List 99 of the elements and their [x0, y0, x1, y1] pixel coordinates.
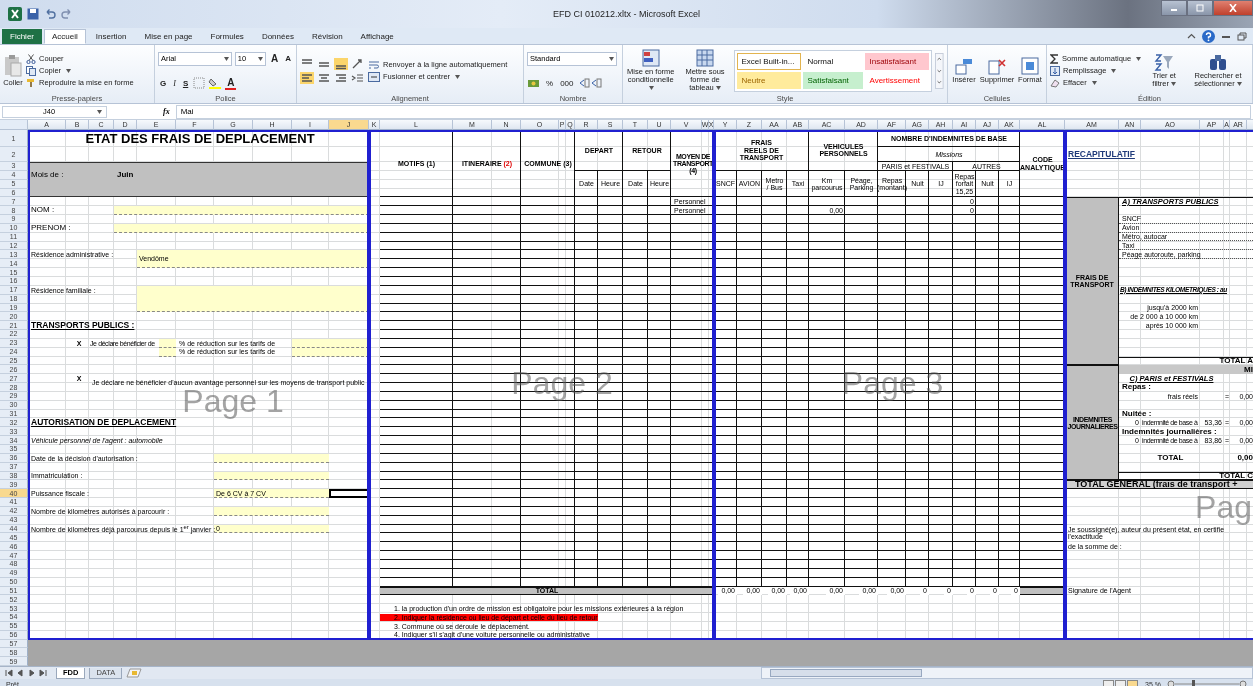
caret-icon [1111, 68, 1117, 73]
align-left-icon[interactable] [300, 71, 314, 84]
sigma-icon [1050, 53, 1059, 64]
conditional-format-icon [641, 49, 660, 68]
fill-down-icon [1050, 65, 1060, 76]
brush-icon [26, 77, 36, 88]
bold-button[interactable]: G [158, 78, 169, 88]
horizontal-scrollbar[interactable] [761, 667, 1253, 680]
caret-icon [649, 85, 655, 90]
caret-icon [715, 85, 721, 90]
restore-icon[interactable] [1237, 31, 1247, 41]
italic-button[interactable]: I [171, 78, 178, 88]
fill-color-icon[interactable] [208, 77, 223, 89]
section-heading: AUTORISATION DE DEPLACEMENT [30, 418, 177, 428]
align-right-icon[interactable] [334, 71, 348, 84]
caret-icon [97, 109, 102, 114]
caret-icon [609, 56, 614, 61]
formula-field[interactable]: Mai [175, 104, 1251, 119]
format-cells-icon [1021, 57, 1039, 76]
field-label: Nuitée : [1121, 409, 1152, 419]
shrink-font-button[interactable]: A [283, 54, 293, 63]
help-icon[interactable] [1202, 29, 1215, 43]
orientation-icon[interactable] [351, 57, 365, 70]
clipboard-icon [3, 54, 23, 79]
cell-value: Juin [116, 171, 134, 180]
caret-icon [1236, 82, 1242, 86]
function-label[interactable]: fx [163, 107, 170, 116]
collapse-ribbon-icon[interactable] [1187, 31, 1196, 41]
field-label: Mois de : [30, 171, 64, 180]
window-title: EFD CI 010212.xltx - Microsoft Excel [553, 9, 700, 19]
caret-icon [1171, 82, 1176, 86]
minimize-button[interactable] [1161, 0, 1187, 16]
maximize-icon [1195, 4, 1205, 12]
decimal-icon[interactable] [578, 77, 605, 90]
close-button[interactable] [1213, 0, 1253, 16]
field-label: Indemnités journalières : [1121, 427, 1217, 436]
copy-icon [26, 65, 36, 76]
field-label: Repas : [1121, 383, 1151, 392]
table-icon [696, 49, 714, 68]
ribbon-tab[interactable]: Mise en page [136, 29, 201, 44]
ribbon-tab[interactable]: Fichier [2, 29, 42, 44]
total-label: TOTAL A [1218, 356, 1253, 366]
caret-icon [455, 74, 461, 79]
excel-logo-icon [8, 7, 22, 21]
scissors-icon [26, 53, 36, 64]
underline-button[interactable]: S [180, 78, 191, 88]
currency-icon[interactable] [527, 77, 541, 90]
cell-style-swatch[interactable]: Excel Built-in... [737, 52, 802, 70]
ribbon-tab[interactable]: Données [253, 29, 302, 44]
wrap-text-icon [368, 59, 380, 70]
sort-filter-icon [1154, 53, 1175, 72]
total-label: TOTAL [1157, 454, 1184, 463]
merge-icon [368, 71, 380, 82]
input-cell [159, 338, 176, 348]
ribbon-tab[interactable]: Affichage [352, 29, 402, 44]
align-center-icon[interactable] [317, 71, 331, 84]
cell-style-swatch[interactable]: Satisfaisant [803, 71, 864, 89]
input-cell [159, 347, 176, 357]
indent-icon[interactable] [351, 71, 365, 84]
cell-style-swatch[interactable]: Insatisfaisant [865, 52, 930, 70]
close-icon [1228, 4, 1238, 12]
zoom-slider-icon[interactable] [1167, 680, 1247, 686]
field-label: NOM : [30, 206, 55, 215]
ribbon-tab[interactable]: Insertion [87, 29, 135, 44]
grand-total-row: TOTAL GENERAL (frais de transport + [1065, 480, 1253, 490]
column-header[interactable] [1247, 120, 1253, 130]
insert-cells-icon [955, 57, 973, 76]
caret-icon [1136, 56, 1142, 61]
total-label: TOTAL C [1218, 471, 1253, 481]
caret-icon [258, 56, 263, 61]
sheet-title: ETAT DES FRAIS DE DEPLACEMENT [84, 131, 315, 146]
grow-font-button[interactable]: A [269, 53, 281, 64]
cell-style-swatch[interactable]: Neutre [737, 71, 802, 89]
ribbon-tab[interactable]: Formules [202, 29, 252, 44]
field-label: PRENOM : [30, 224, 71, 233]
total-value: 0,00 [1236, 454, 1253, 463]
align-bottom-icon[interactable] [334, 57, 348, 70]
font-color-button[interactable]: A [225, 76, 237, 90]
thousands-button[interactable]: 000 [558, 78, 576, 88]
section-heading: TRANSPORTS PUBLICS : [30, 321, 135, 331]
caret-icon [223, 56, 229, 61]
selected-cell[interactable] [329, 489, 369, 499]
caret-icon [66, 68, 72, 73]
new-sheet-icon[interactable] [126, 668, 143, 679]
page-label: Pag [1195, 490, 1253, 523]
delete-cells-icon [988, 57, 1006, 76]
maximize-button[interactable] [1187, 0, 1213, 16]
section-heading: RECAPITULATIF [1067, 150, 1135, 159]
cell-value: MI [1243, 365, 1253, 374]
binoculars-icon [1208, 53, 1229, 72]
view-buttons-icon[interactable] [1103, 680, 1140, 686]
save-icon[interactable] [27, 8, 39, 20]
redo-icon[interactable] [61, 8, 73, 20]
ribbon-tab[interactable]: Accueil [44, 29, 86, 44]
eraser-icon [1050, 77, 1060, 88]
ribbon-tab[interactable]: Révision [303, 29, 351, 44]
percent-button[interactable]: % [544, 78, 556, 88]
caret-icon [1091, 80, 1097, 85]
undo-icon[interactable] [44, 8, 56, 20]
